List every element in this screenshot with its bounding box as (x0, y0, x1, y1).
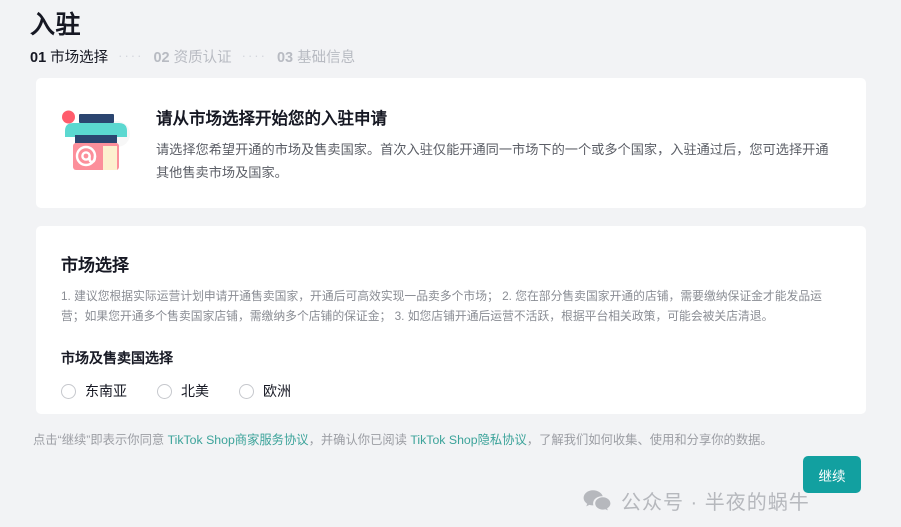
merchant-service-agreement-link[interactable]: TikTok Shop商家服务协议 (168, 433, 309, 447)
market-field-label: 市场及售卖国选择 (61, 350, 173, 366)
continue-button[interactable]: 继续 (803, 456, 861, 493)
privacy-agreement-link[interactable]: TikTok Shop隐私协议 (410, 433, 526, 447)
market-selection-card: 市场选择 1. 建议您根据实际运营计划申请开通售卖国家，开通后可高效实现一品卖多… (36, 226, 866, 414)
radio-option-north-america[interactable]: 北美 (157, 382, 209, 400)
radio-label: 北美 (181, 383, 209, 399)
shop-storefront-icon (59, 106, 131, 178)
step-label: 资质认证 (173, 50, 232, 66)
step-separator-2: ···· (241, 47, 267, 63)
step-basic-info[interactable]: 03 基础信息 (277, 47, 355, 69)
section-note: 1. 建议您根据实际运营计划申请开通售卖国家，开通后可高效实现一品卖多个市场； … (61, 289, 822, 323)
radio-circle-icon[interactable] (61, 383, 76, 399)
agreement-text: 点击“继续”即表示你同意 TikTok Shop商家服务协议，并确认你已阅读 T… (33, 431, 773, 449)
step-label: 市场选择 (50, 50, 109, 66)
wechat-icon (583, 489, 611, 513)
radio-label: 东南亚 (85, 383, 127, 399)
section-title: 市场选择 (61, 256, 129, 275)
step-separator-1: ···· (118, 47, 144, 63)
signup-page: 入驻 01 市场选择 ···· 02 资质认证 ···· 03 基础信息 请从市… (0, 0, 901, 527)
intro-title: 请从市场选择开始您的入驻申请 (156, 110, 387, 128)
agreement-prefix: 点击“继续”即表示你同意 (33, 433, 168, 447)
radio-option-southeast-asia[interactable]: 东南亚 (61, 382, 127, 400)
step-number: 01 (30, 50, 47, 66)
radio-label: 欧洲 (263, 383, 291, 399)
page-title: 入驻 (30, 11, 82, 39)
watermark: 公众号 · 半夜的蜗牛 (583, 486, 810, 515)
radio-circle-icon[interactable] (239, 383, 254, 399)
market-radio-group[interactable]: 东南亚 北美 欧洲 (61, 382, 836, 400)
intro-card: 请从市场选择开始您的入驻申请 请选择您希望开通的市场及售卖国家。首次入驻仅能开通… (36, 78, 866, 208)
intro-description: 请选择您希望开通的市场及售卖国家。首次入驻仅能开通同一市场下的一个或多个国家，入… (156, 142, 829, 180)
agreement-middle: ，并确认你已阅读 (308, 433, 411, 447)
agreement-suffix: ，了解我们如何收集、使用和分享你的数据。 (526, 433, 773, 447)
page-header: 入驻 01 市场选择 ···· 02 资质认证 ···· 03 基础信息 (0, 0, 901, 69)
step-label: 基础信息 (297, 50, 356, 66)
step-number: 03 (276, 50, 294, 66)
radio-option-europe[interactable]: 欧洲 (239, 382, 291, 400)
step-market-selection[interactable]: 01 市场选择 (30, 47, 108, 69)
step-qualification[interactable]: 02 资质认证 (153, 47, 231, 69)
watermark-text: 公众号 · 半夜的蜗牛 (621, 492, 810, 514)
step-number: 02 (153, 50, 170, 66)
radio-circle-icon[interactable] (157, 383, 172, 399)
step-indicator: 01 市场选择 ···· 02 资质认证 ···· 03 基础信息 (30, 47, 901, 69)
